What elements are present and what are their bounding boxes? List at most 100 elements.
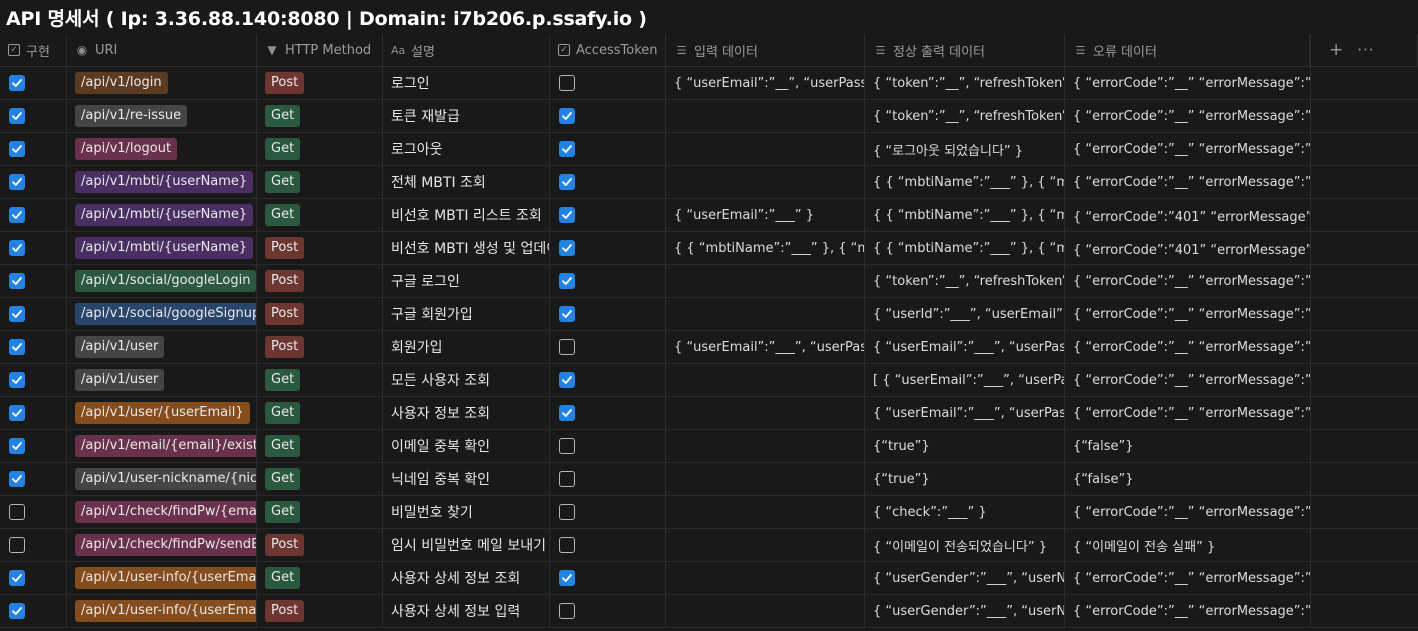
token-checkbox[interactable] (559, 537, 575, 553)
desc-cell[interactable]: 비선호 MBTI 생성 및 업데이트 (383, 232, 550, 264)
input-cell[interactable] (666, 430, 865, 462)
uri-cell[interactable]: /api/v1/check/findPw/{email} (67, 496, 257, 528)
desc-cell[interactable]: 비선호 MBTI 리스트 조회 (383, 199, 550, 231)
uri-cell[interactable]: /api/v1/user-info/{userEmail} (67, 595, 257, 627)
error-cell[interactable]: { “errorCode”:”__” “errorMessage”:”__” } (1065, 67, 1311, 99)
output-cell[interactable]: {“true”} (865, 463, 1065, 495)
impl-checkbox[interactable] (9, 537, 25, 553)
uri-cell[interactable]: /api/v1/user-info/{userEmail} (67, 562, 257, 594)
uri-cell[interactable]: /api/v1/user/{userEmail} (67, 397, 257, 429)
input-cell[interactable] (666, 496, 865, 528)
error-cell[interactable]: { “errorCode”:”__” “errorMessage”:”__” } (1065, 331, 1311, 363)
column-header-desc[interactable]: Aa 설명 (383, 34, 550, 66)
impl-checkbox[interactable] (9, 504, 25, 520)
desc-cell[interactable]: 로그아웃 (383, 133, 550, 165)
impl-checkbox[interactable] (9, 372, 25, 388)
input-cell[interactable] (666, 529, 865, 561)
column-header-input[interactable]: ☰ 입력 데이터 (666, 34, 865, 66)
uri-cell[interactable]: /api/v1/mbti/{userName} (67, 166, 257, 198)
table-row[interactable]: /api/v1/check/findPw/sendEmail Post 임시 비밀번… (0, 529, 1418, 562)
error-cell[interactable]: { “errorCode”:”__” “errorMessage”:”__” } (1065, 166, 1311, 198)
table-row[interactable]: /api/v1/email/{email}/exists Get 이메일 중복 확인… (0, 430, 1418, 463)
uri-cell[interactable]: /api/v1/user-nickname/{nickname} (67, 463, 257, 495)
method-cell[interactable]: Get (257, 496, 383, 528)
token-checkbox[interactable] (559, 603, 575, 619)
error-cell[interactable]: { “errorCode”:”__” “errorMessage”:”__” } (1065, 397, 1311, 429)
desc-cell[interactable]: 비밀번호 찾기 (383, 496, 550, 528)
input-cell[interactable]: { “userEmail”:”__”, “userPasswor (666, 67, 865, 99)
input-cell[interactable] (666, 298, 865, 330)
desc-cell[interactable]: 이메일 중복 확인 (383, 430, 550, 462)
token-checkbox[interactable] (559, 207, 575, 223)
output-cell[interactable]: { “token”:”__”, “refreshToken”:”__ (865, 265, 1065, 297)
error-cell[interactable]: { “이메일이 전송 실패” } (1065, 529, 1311, 561)
method-cell[interactable]: Get (257, 430, 383, 462)
error-cell[interactable]: { “errorCode”:”__” “errorMessage”:”__” } (1065, 298, 1311, 330)
uri-cell[interactable]: /api/v1/login (67, 67, 257, 99)
desc-cell[interactable]: 구글 회원가입 (383, 298, 550, 330)
uri-cell[interactable]: /api/v1/check/findPw/sendEmail (67, 529, 257, 561)
impl-checkbox[interactable] (9, 273, 25, 289)
input-cell[interactable] (666, 595, 865, 627)
token-checkbox[interactable] (559, 471, 575, 487)
impl-checkbox[interactable] (9, 603, 25, 619)
impl-checkbox[interactable] (9, 405, 25, 421)
impl-checkbox[interactable] (9, 339, 25, 355)
method-cell[interactable]: Post (257, 298, 383, 330)
impl-checkbox[interactable] (9, 240, 25, 256)
uri-cell[interactable]: /api/v1/logout (67, 133, 257, 165)
desc-cell[interactable]: 토큰 재발급 (383, 100, 550, 132)
table-row[interactable]: /api/v1/mbti/{userName} Get 전체 MBTI 조회 { { … (0, 166, 1418, 199)
method-cell[interactable]: Get (257, 166, 383, 198)
table-row[interactable]: /api/v1/user-nickname/{nickname} Get 닉네임 중… (0, 463, 1418, 496)
uri-cell[interactable]: /api/v1/user (67, 331, 257, 363)
error-cell[interactable]: { “errorCode”:”__” “errorMessage”:”__” } (1065, 562, 1311, 594)
column-header-output[interactable]: ☰ 정상 출력 데이터 (865, 34, 1065, 66)
method-cell[interactable]: Post (257, 232, 383, 264)
method-cell[interactable]: Post (257, 595, 383, 627)
desc-cell[interactable]: 로그인 (383, 67, 550, 99)
output-cell[interactable]: { “userGender”:”___”, “userName (865, 595, 1065, 627)
input-cell[interactable]: { { “mbtiName”:”___” }, { “mbtiN (666, 232, 865, 264)
uri-cell[interactable]: /api/v1/social/googleSignup (67, 298, 257, 330)
error-cell[interactable]: {“false”} (1065, 463, 1311, 495)
table-row[interactable]: /api/v1/user-info/{userEmail} Get 사용자 상세 정… (0, 562, 1418, 595)
token-checkbox[interactable] (559, 306, 575, 322)
error-cell[interactable]: { “errorCode”:”__” “errorMessage”:”__” } (1065, 496, 1311, 528)
token-checkbox[interactable] (559, 504, 575, 520)
uri-cell[interactable]: /api/v1/mbti/{userName} (67, 199, 257, 231)
method-cell[interactable]: Get (257, 463, 383, 495)
method-cell[interactable]: Post (257, 67, 383, 99)
column-header-error[interactable]: ☰ 오류 데이터 (1065, 34, 1311, 66)
column-header-uri[interactable]: ◉ URI (67, 34, 257, 66)
table-row[interactable]: /api/v1/social/googleSignup Post 구글 회원가입 { … (0, 298, 1418, 331)
output-cell[interactable]: { { “mbtiName”:”___” }, { “mbtiN (865, 232, 1065, 264)
output-cell[interactable]: { “userGender”:”___”, “userName (865, 562, 1065, 594)
table-row[interactable]: /api/v1/user Post 회원가입 { “userEmail”:”___”,… (0, 331, 1418, 364)
error-cell[interactable]: { “errorCode”:”__” “errorMessage”:”__” } (1065, 265, 1311, 297)
uri-cell[interactable]: /api/v1/social/googleLogin (67, 265, 257, 297)
table-row[interactable]: /api/v1/user Get 모든 사용자 조회 [ { “userEmail”:… (0, 364, 1418, 397)
table-row[interactable]: /api/v1/re-issue Get 토큰 재발급 { “token”:”__”,… (0, 100, 1418, 133)
token-checkbox[interactable] (559, 405, 575, 421)
impl-checkbox[interactable] (9, 306, 25, 322)
output-cell[interactable]: { “로그아웃 되었습니다” } (865, 133, 1065, 165)
method-cell[interactable]: Post (257, 331, 383, 363)
input-cell[interactable] (666, 364, 865, 396)
input-cell[interactable] (666, 562, 865, 594)
token-checkbox[interactable] (559, 438, 575, 454)
column-header-method[interactable]: ▼ HTTP Method (257, 34, 383, 66)
input-cell[interactable] (666, 133, 865, 165)
token-checkbox[interactable] (559, 75, 575, 91)
input-cell[interactable]: { “userEmail”:”___” } (666, 199, 865, 231)
table-row[interactable]: /api/v1/user/{userEmail} Get 사용자 정보 조회 { “u… (0, 397, 1418, 430)
impl-checkbox[interactable] (9, 207, 25, 223)
token-checkbox[interactable] (559, 174, 575, 190)
output-cell[interactable]: { { “mbtiName”:”___” }, { “mbtiN (865, 166, 1065, 198)
uri-cell[interactable]: /api/v1/user (67, 364, 257, 396)
token-checkbox[interactable] (559, 372, 575, 388)
method-cell[interactable]: Get (257, 364, 383, 396)
output-cell[interactable]: { “userId”:”___”, “userEmail”:”___ (865, 298, 1065, 330)
desc-cell[interactable]: 사용자 상세 정보 입력 (383, 595, 550, 627)
output-cell[interactable]: {“true”} (865, 430, 1065, 462)
